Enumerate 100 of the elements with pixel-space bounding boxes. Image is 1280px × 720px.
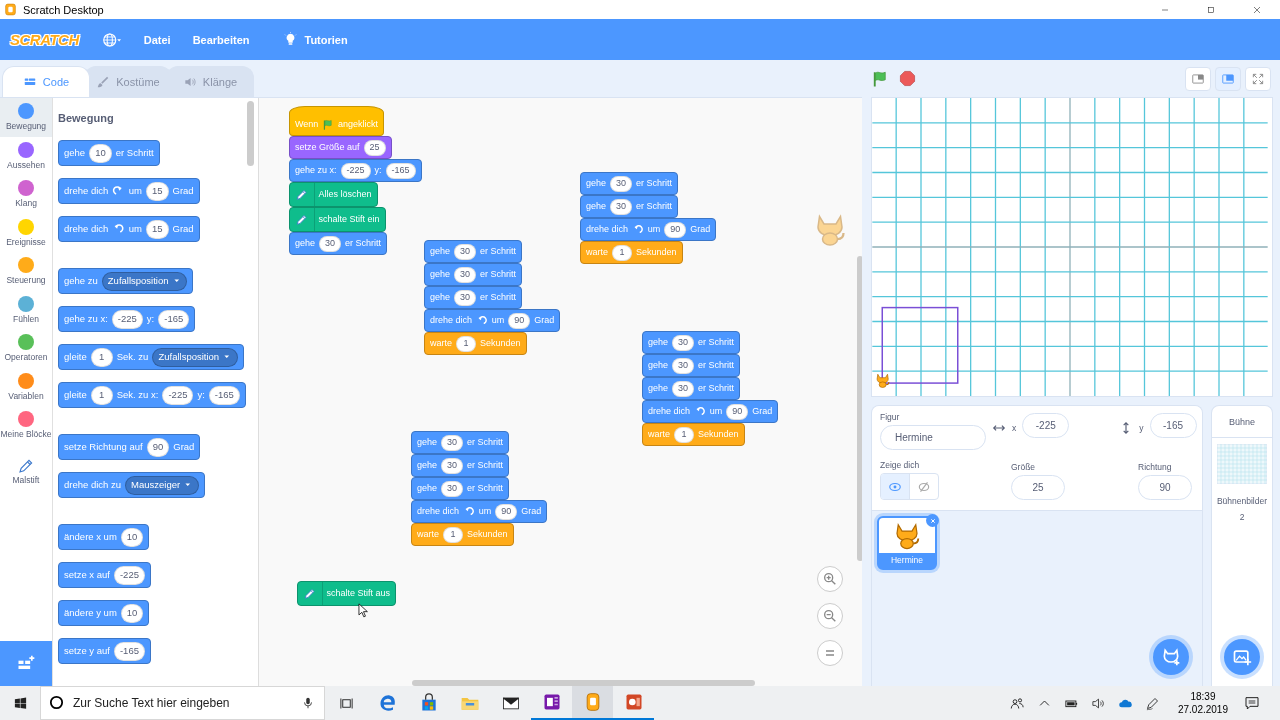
code-block[interactable]: drehe dich um 15 Grad: [58, 178, 200, 204]
stage-pane-title[interactable]: Bühne: [1212, 406, 1272, 438]
code-block[interactable]: gehe 30 er Schritt: [642, 354, 741, 377]
number-input[interactable]: 30: [454, 266, 477, 283]
number-input[interactable]: -165: [158, 309, 190, 329]
windows-start-icon[interactable]: [12, 695, 28, 711]
code-block[interactable]: warte 1 Sekunden: [411, 523, 514, 546]
category-item[interactable]: Bewegung: [0, 98, 52, 137]
number-input[interactable]: 1: [90, 385, 113, 405]
number-input[interactable]: -225: [162, 385, 194, 405]
code-block[interactable]: gleite 1 Sek. zu Zufallsposition: [58, 344, 244, 370]
code-block[interactable]: gehe 30 er Schritt: [424, 263, 523, 286]
code-block[interactable]: gehe 30 er Schritt: [411, 454, 510, 477]
scrollbar[interactable]: [857, 256, 862, 561]
code-block[interactable]: gehe 30 er Schritt: [424, 240, 523, 263]
category-item[interactable]: Fühlen: [0, 290, 52, 329]
add-extension-button[interactable]: [0, 641, 52, 686]
number-input[interactable]: 1: [90, 347, 113, 367]
number-input[interactable]: 1: [674, 426, 694, 443]
microphone-icon[interactable]: [301, 696, 315, 710]
number-input[interactable]: -225: [113, 565, 145, 585]
dropdown-menu[interactable]: Mauszeiger: [125, 475, 199, 495]
number-input[interactable]: 30: [454, 243, 477, 260]
zoom-in-button[interactable]: [817, 566, 843, 592]
scrollbar[interactable]: [412, 680, 755, 686]
clock[interactable]: 18:39 27.02.2019: [1177, 690, 1228, 716]
number-input[interactable]: -165: [208, 385, 240, 405]
number-input[interactable]: 90: [726, 403, 749, 420]
people-icon[interactable]: [1009, 695, 1025, 711]
flag-icon[interactable]: [871, 69, 889, 88]
number-input[interactable]: -225: [340, 162, 371, 179]
number-input[interactable]: 30: [441, 434, 464, 451]
code-block[interactable]: setze x auf -225: [58, 562, 151, 588]
stop-icon[interactable]: [899, 70, 916, 87]
code-block[interactable]: gehe zu x: -225 y: -165: [58, 306, 196, 332]
number-input[interactable]: 30: [672, 380, 695, 397]
code-block[interactable]: gehe 30 er Schritt: [580, 172, 679, 195]
number-input[interactable]: 1: [612, 244, 632, 261]
dropdown-menu[interactable]: Zufallsposition: [101, 271, 188, 291]
category-item[interactable]: Klang: [0, 175, 52, 214]
backdrop-thumbnail[interactable]: [1217, 444, 1267, 484]
direction-field[interactable]: 90: [1138, 475, 1192, 500]
number-input[interactable]: 30: [319, 235, 342, 252]
sprite-icon[interactable]: [876, 373, 890, 388]
number-input[interactable]: 30: [672, 357, 695, 374]
number-input[interactable]: 1: [456, 335, 476, 352]
code-block[interactable]: gehe 30 er Schritt: [642, 331, 741, 354]
category-item[interactable]: Operatoren: [0, 329, 52, 368]
large-stage-button[interactable]: [1215, 66, 1241, 91]
category-item[interactable]: Aussehen: [0, 136, 52, 175]
code-block[interactable]: gehe 30 er Schritt: [424, 286, 523, 309]
number-input[interactable]: 10: [89, 143, 112, 163]
category-item[interactable]: Ereignisse: [0, 213, 52, 252]
number-input[interactable]: -165: [385, 162, 416, 179]
code-block[interactable]: gehe zu Zufallsposition: [58, 268, 194, 294]
code-block[interactable]: setze y auf -165: [58, 638, 151, 664]
code-block[interactable]: gleite 1 Sek. zu x: -225 y: -165: [58, 382, 246, 408]
delete-button[interactable]: [926, 514, 939, 527]
volume-icon[interactable]: [1090, 695, 1106, 711]
number-input[interactable]: 25: [363, 139, 386, 156]
dropdown-menu[interactable]: Zufallsposition: [152, 347, 238, 367]
code-block[interactable]: warte 1 Sekunden: [642, 423, 745, 446]
code-block[interactable]: gehe 30 er Schritt: [580, 195, 679, 218]
number-input[interactable]: 30: [441, 480, 464, 497]
number-input[interactable]: 15: [145, 181, 169, 201]
category-item[interactable]: Malstift: [0, 452, 52, 491]
number-input[interactable]: -165: [113, 641, 145, 661]
number-input[interactable]: 90: [495, 503, 518, 520]
number-input[interactable]: 30: [610, 175, 633, 192]
pen-icon[interactable]: [1144, 695, 1160, 711]
code-block[interactable]: gehe 10 er Schritt: [58, 140, 160, 166]
code-block[interactable]: drehe dich um 15 Grad: [58, 216, 200, 242]
size-field[interactable]: 25: [1011, 475, 1065, 500]
code-block[interactable]: drehe dich um 90 Grad: [411, 500, 548, 523]
code-block[interactable]: gehe 30 er Schritt: [289, 232, 388, 255]
code-block[interactable]: drehe dich zu Mauszeiger: [58, 472, 205, 498]
category-item[interactable]: Steuerung: [0, 252, 52, 291]
number-input[interactable]: 30: [454, 289, 477, 306]
code-block[interactable]: gehe 30 er Schritt: [411, 477, 510, 500]
small-stage-button[interactable]: [1185, 66, 1211, 91]
number-input[interactable]: -225: [111, 309, 143, 329]
code-block[interactable]: gehe zu x: -225 y: -165: [289, 159, 422, 182]
category-item[interactable]: Variablen: [0, 367, 52, 406]
scrollbar[interactable]: [247, 101, 254, 166]
code-block[interactable]: drehe dich um 90 Grad: [424, 309, 561, 332]
fullscreen-button[interactable]: [1245, 66, 1271, 91]
code-block[interactable]: ändere x um 10: [58, 524, 150, 550]
code-block[interactable]: warte 1 Sekunden: [580, 241, 683, 264]
code-block[interactable]: gehe 30 er Schritt: [642, 377, 741, 400]
add-backdrop-button[interactable]: [1224, 639, 1260, 675]
add-sprite-button[interactable]: [1153, 639, 1189, 675]
notification-icon[interactable]: [1244, 695, 1260, 711]
x-field[interactable]: -225: [1022, 412, 1070, 438]
search-field[interactable]: Zur Suche Text hier eingeben: [40, 686, 325, 720]
code-block[interactable]: setze Richtung auf 90 Grad: [58, 434, 201, 460]
category-item[interactable]: Meine Blöcke: [0, 406, 52, 452]
number-input[interactable]: 1: [443, 526, 463, 543]
code-block[interactable]: ändere y um 10: [58, 600, 150, 626]
number-input[interactable]: 15: [145, 219, 169, 239]
number-input[interactable]: 90: [146, 437, 170, 457]
